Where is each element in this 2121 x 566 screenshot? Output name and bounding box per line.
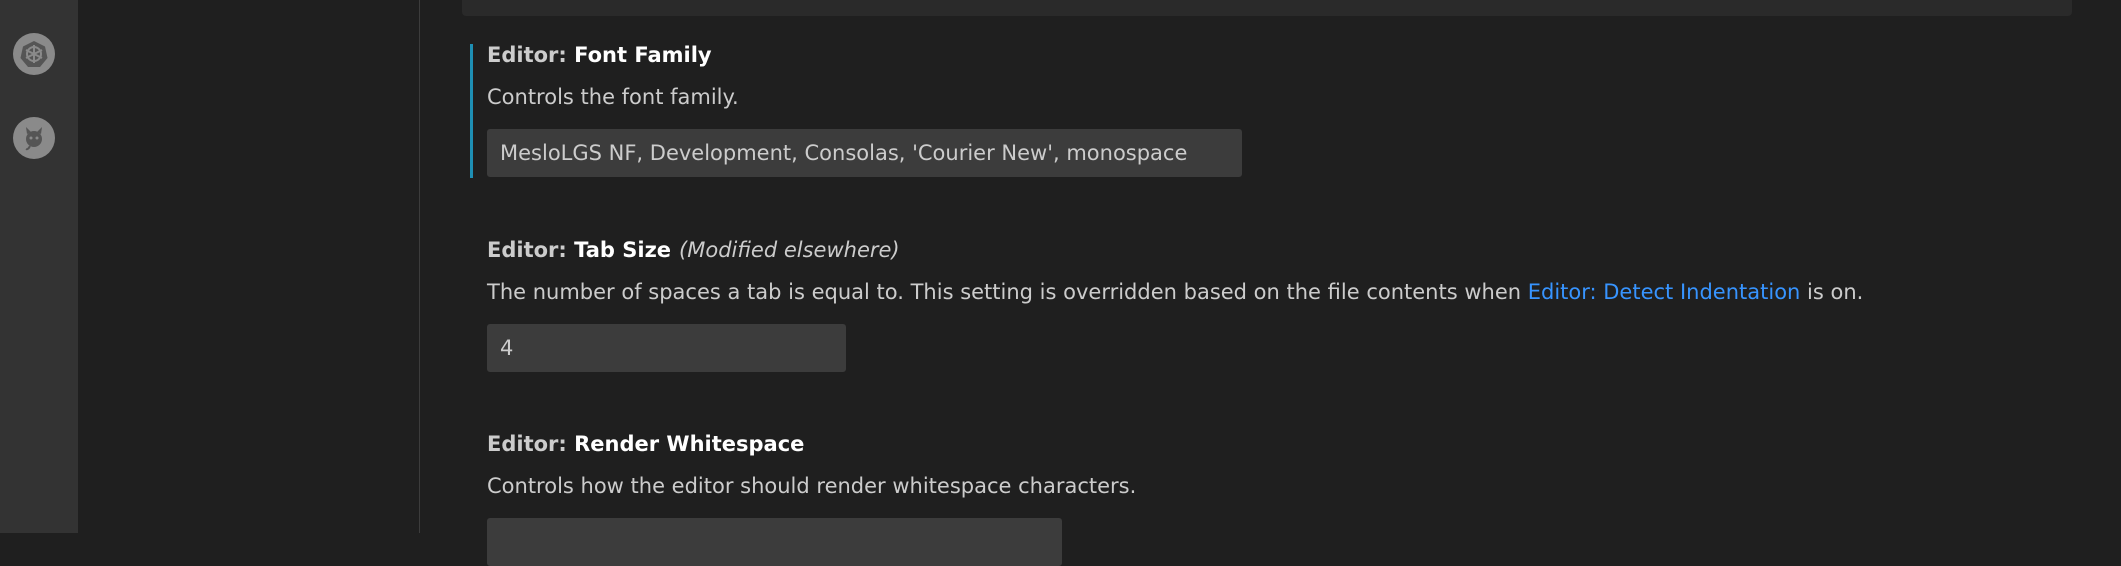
settings-toc-pane [78, 0, 420, 533]
setting-tab-size: Editor: Tab Size (Modified elsewhere) The… [487, 236, 1863, 372]
previous-setting-box [462, 0, 2072, 16]
font-family-input[interactable] [487, 129, 1242, 177]
setting-title: Editor: Font Family [487, 41, 1242, 69]
setting-font-family: Editor: Font Family Controls the font fa… [487, 41, 1242, 177]
setting-name: Render Whitespace [574, 432, 805, 456]
setting-render-whitespace: Editor: Render Whitespace Controls how t… [487, 430, 1136, 566]
setting-description: The number of spaces a tab is equal to. … [487, 278, 1863, 306]
setting-category: Editor: [487, 238, 575, 262]
modified-elsewhere-indicator[interactable]: (Modified elsewhere) [679, 238, 900, 262]
setting-category: Editor: [487, 432, 575, 456]
github-octocat-icon[interactable] [13, 117, 55, 159]
setting-name: Tab Size [574, 238, 672, 262]
activity-bar [0, 0, 78, 533]
setting-title: Editor: Render Whitespace [487, 430, 1136, 458]
tab-size-input[interactable] [487, 324, 846, 372]
description-text: is on. [1800, 280, 1864, 304]
description-text: The number of spaces a tab is equal to. … [487, 280, 1528, 304]
settings-content: Editor: Font Family Controls the font fa… [420, 0, 2121, 566]
setting-title: Editor: Tab Size (Modified elsewhere) [487, 236, 1863, 264]
kubernetes-icon[interactable] [13, 33, 55, 75]
setting-name: Font Family [574, 43, 712, 67]
setting-description: Controls the font family. [487, 85, 739, 109]
setting-category: Editor: [487, 43, 575, 67]
render-whitespace-select[interactable] [487, 518, 1062, 566]
focused-setting-indicator [470, 44, 473, 178]
detect-indentation-link[interactable]: Editor: Detect Indentation [1528, 280, 1801, 304]
setting-description: Controls how the editor should render wh… [487, 474, 1137, 498]
